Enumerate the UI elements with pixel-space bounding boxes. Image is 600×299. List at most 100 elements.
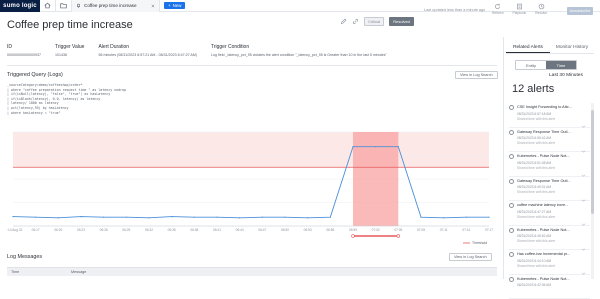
alert-status-icon	[509, 277, 514, 282]
list-item[interactable]: CSE Insight Forwarding to Attc... 08/31/…	[509, 103, 590, 128]
alert-status-icon	[509, 228, 514, 233]
data-point	[126, 217, 127, 218]
alert-time: 08/31/2023 6:44:10 AM	[517, 259, 551, 263]
title-actions: Critical Resolved	[340, 17, 414, 26]
x-tick-label: 07:17	[485, 228, 493, 232]
new-button[interactable]: + New	[164, 2, 185, 9]
alert-end-marker	[397, 235, 400, 238]
x-tick-label: 06:23	[77, 228, 85, 232]
column-header-time[interactable]: Time	[7, 270, 67, 274]
segment-time[interactable]: Time	[546, 61, 576, 69]
alert-time: 08/31/2023 6:45:52 AM	[517, 234, 551, 238]
data-point	[239, 217, 240, 218]
x-tick-label: 06:32	[145, 228, 153, 232]
alert-share-note: Shared time with this alert	[517, 264, 555, 268]
home-button[interactable]	[40, 0, 56, 12]
alert-status-icon	[509, 252, 514, 257]
resolve-label: Resolve	[535, 11, 547, 15]
resolve-button[interactable]: Resolve	[535, 3, 547, 15]
list-item[interactable]: Kubernetes - Pulse Node Not... 08/31/202…	[509, 152, 590, 177]
folder-icon	[60, 2, 67, 9]
data-point	[80, 216, 81, 217]
tab-monitor-history[interactable]: Monitor History	[550, 42, 594, 53]
info-label: Alert Duration	[98, 44, 197, 50]
data-point	[35, 217, 36, 218]
list-item[interactable]: Gateway Response Time Outl... 08/31/2023…	[509, 128, 590, 153]
refresh-icon	[494, 3, 501, 10]
chevron-down-icon[interactable]	[581, 214, 586, 219]
x-tick-label: 06:50	[281, 228, 289, 232]
close-icon[interactable]	[151, 4, 155, 8]
chevron-down-icon[interactable]	[581, 190, 586, 195]
edit-button[interactable]	[340, 18, 347, 25]
info-trigger-condition: Trigger Condition Log field _latency_pct…	[211, 44, 387, 57]
column-header-message[interactable]: Message	[67, 270, 86, 274]
data-point	[352, 146, 353, 147]
sumo-logic-logo[interactable]: sumo logic	[0, 0, 40, 12]
x-tick-label: 07:05	[394, 228, 402, 232]
x-tick-label: 06:26	[100, 228, 108, 232]
info-trigger-value: Trigger Value 101436	[55, 44, 84, 57]
alerts-scrollbar-thumb[interactable]	[591, 110, 594, 214]
x-tick-label: 06:59	[349, 228, 357, 232]
right-panel-tabs: Related Alerts Monitor History	[506, 42, 594, 54]
data-point	[194, 217, 195, 218]
view-in-log-search-button[interactable]: View in Log Search	[455, 71, 498, 79]
tab-related-alerts[interactable]: Related Alerts	[506, 42, 550, 53]
alert-time: 08/31/2023 6:55:42 AM	[517, 136, 551, 140]
alert-status-icon	[509, 179, 514, 184]
x-tick-label: 06:41	[213, 228, 221, 232]
list-item[interactable]: Has coffee-bar Incremental pr... 08/31/2…	[509, 250, 590, 275]
unsubscribe-button[interactable]: Unsubscribe	[567, 7, 593, 15]
alert-status-icon	[509, 105, 514, 110]
info-value: 101436	[55, 53, 84, 57]
data-point	[171, 216, 172, 217]
chevron-down-icon[interactable]	[581, 165, 586, 170]
data-point	[488, 217, 489, 218]
info-label: Trigger Condition	[211, 44, 387, 50]
log-view-in-search-button[interactable]: View in Log Search	[449, 253, 492, 261]
info-value: 00000000000000937	[7, 53, 41, 57]
alert-name: Has coffee-bar Incremental pr...	[517, 252, 581, 256]
alert-start-marker	[352, 235, 355, 238]
alert-time: 08/31/2023 6:49:31 AM	[517, 185, 551, 189]
list-item[interactable]: Gateway Response Time Outl... 08/31/2023…	[509, 177, 590, 202]
tab-coffee-prep[interactable]: Coffee prep time increase	[72, 0, 160, 12]
x-tick-label: 06:47	[258, 228, 266, 232]
chevron-down-icon[interactable]	[581, 263, 586, 268]
critical-zone	[13, 132, 489, 167]
chevron-down-icon[interactable]	[581, 239, 586, 244]
x-tick-label: 07:11	[440, 228, 448, 232]
files-button[interactable]	[56, 0, 72, 12]
data-point	[12, 216, 13, 217]
alert-info: ID 00000000000000937 Trigger Value 10143…	[7, 44, 401, 57]
playbook-button[interactable]: Playbook	[513, 3, 527, 15]
page-title: Coffee prep time increase	[7, 19, 133, 31]
x-tick-label: 06:14 Aug 31	[7, 228, 23, 232]
list-item[interactable]: Kubernetes - Pulse Node Not... 08/31/202…	[509, 275, 590, 299]
panel-divider	[503, 37, 504, 279]
refresh-button[interactable]: Refresh	[492, 3, 504, 15]
data-point	[330, 217, 331, 218]
list-item[interactable]: coffee machine latency incre... 08/31/20…	[509, 201, 590, 226]
link-button[interactable]	[352, 18, 359, 25]
alert-time: 08/31/2023 6:47:27 AM	[517, 210, 551, 214]
list-item[interactable]: Kubernetes - Pulse Node Not... 08/31/202…	[509, 226, 590, 251]
alert-share-note: Shared time with this alert	[517, 117, 555, 121]
data-point	[284, 217, 285, 218]
x-tick-label: 06:29	[122, 228, 130, 232]
alert-name: coffee machine latency incre...	[517, 203, 581, 207]
alerts-count: 12 alerts	[512, 83, 554, 95]
chevron-down-icon[interactable]	[581, 141, 586, 146]
segment-entity[interactable]: Entity	[516, 61, 546, 69]
query-text[interactable]: _sourceCategory=demo/coffeeshop/order* |…	[7, 83, 497, 127]
alert-status-icon	[509, 203, 514, 208]
x-tick-label: 06:17	[32, 228, 40, 232]
info-id: ID 00000000000000937	[7, 44, 41, 57]
info-alert-duration: Alert Duration 56 minutes (08/31/2023 6:…	[98, 44, 197, 57]
link-icon	[352, 18, 359, 25]
history-icon	[538, 3, 545, 10]
latency-chart[interactable]: 06:14 Aug 3106:1706:2006:2306:2606:2906:…	[7, 128, 495, 246]
chevron-down-icon[interactable]	[581, 116, 586, 121]
alert-name: Gateway Response Time Outl...	[517, 179, 581, 183]
